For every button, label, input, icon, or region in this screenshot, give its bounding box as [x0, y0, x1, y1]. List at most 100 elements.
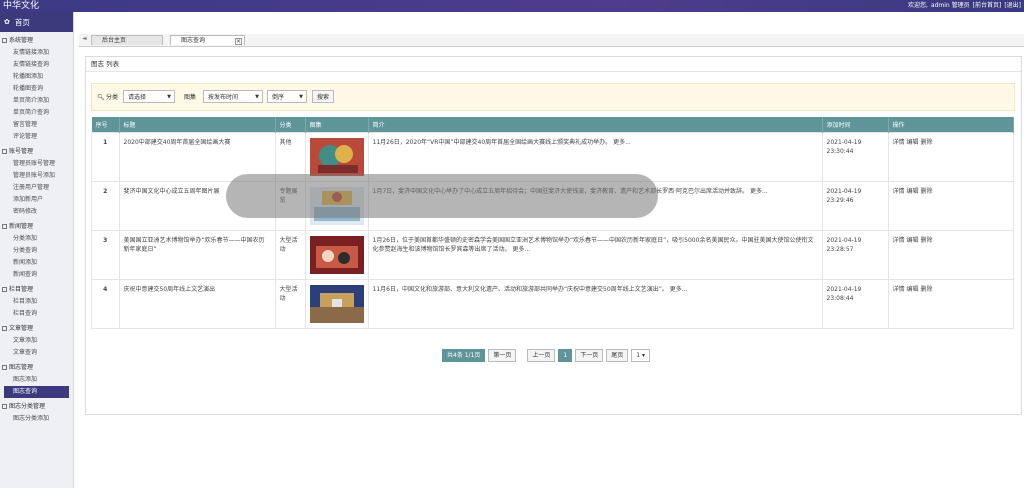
chevron-down-icon: ▼ [255, 94, 259, 100]
sidebar-item[interactable]: 轮播图添加 [0, 71, 73, 83]
detail-link[interactable]: 详情 [893, 237, 905, 244]
pager-prev[interactable]: 上一页 [527, 349, 556, 362]
list-panel: 图志 列表 🔍︎ 分类 请选择 ▼ 图集 按发布时间 ▼ 倒序 ▼ 搜索 序号 标题 … [85, 56, 1022, 415]
menu-group-header[interactable]: 账号管理 [0, 146, 73, 158]
pagination: 共4条 1/1页 第一页 上一页 1 下一页 尾页 1 ▾ [442, 349, 651, 362]
edit-link[interactable]: 编辑 [907, 237, 919, 244]
row-date-time: 23:29:46 [826, 197, 854, 204]
collapse-icon [2, 38, 7, 43]
row-date-time: 23:30:44 [826, 148, 854, 155]
sidebar-item[interactable]: 注册用户管理 [0, 182, 73, 194]
menu-group-header[interactable]: 新闻管理 [0, 221, 73, 233]
sidebar-item[interactable]: 管理员账号添加 [0, 170, 73, 182]
edit-link[interactable]: 编辑 [907, 188, 919, 195]
menu-group: 账号管理 管理员账号管理 管理员账号添加 注册用户管理 添加新用户 密码修改 [0, 146, 73, 218]
user-info: 欢迎您, admin 管理员 [前台首页] [退出] [905, 0, 1021, 12]
welcome-text: 欢迎您, [907, 2, 928, 9]
row-title: 庆祝中意建交50周年线上文艺演出 [118, 279, 276, 329]
sidebar-item[interactable]: 添加新用户 [0, 194, 73, 206]
row-date: 2021-04-19 23:30:44 [821, 132, 889, 182]
edit-link[interactable]: 编辑 [907, 139, 919, 146]
menu-group-title: 图志分类管理 [9, 403, 46, 410]
sidebar-item[interactable]: 新闻添加 [0, 257, 73, 269]
front-home-link[interactable]: [前台首页] [973, 2, 1002, 9]
row-date-day: 2021-04-19 [826, 286, 862, 293]
user-name: admin 管理员 [930, 2, 970, 9]
menu-group-header[interactable]: 图志管理 [0, 362, 73, 374]
menu-group: 文章管理 文章添加 文章查询 [0, 323, 73, 359]
sidebar-item[interactable]: 管理员账号管理 [0, 158, 73, 170]
tab-home[interactable]: 后台主页 [91, 35, 163, 45]
thumbnail-image[interactable] [309, 138, 364, 176]
detail-link[interactable]: 详情 [893, 188, 905, 195]
sidebar-home[interactable]: ✿ 首页 [0, 12, 73, 32]
delete-link[interactable]: 删除 [921, 188, 933, 195]
logout-link[interactable]: [退出] [1004, 2, 1021, 9]
col-header: 分类 [275, 117, 306, 133]
collapse-icon [2, 224, 7, 229]
sidebar-item[interactable]: 栏目添加 [0, 296, 73, 308]
search-button[interactable]: 搜索 [312, 90, 335, 103]
menu-group: 栏目管理 栏目添加 栏目查询 [0, 284, 73, 320]
sidebar-item[interactable]: 友情链接查询 [0, 59, 73, 71]
sidebar-item[interactable]: 友情链接添加 [0, 47, 73, 59]
sidebar-item[interactable]: 文章添加 [0, 335, 73, 347]
sidebar-item[interactable]: 文章查询 [0, 347, 73, 359]
row-date: 2021-04-19 23:08:44 [821, 279, 889, 329]
order-select[interactable]: 倒序 ▼ [267, 90, 307, 103]
pager-last[interactable]: 尾页 [606, 349, 629, 362]
search-icon: 🔍︎ [97, 94, 105, 101]
delete-link[interactable]: 删除 [921, 139, 933, 146]
sidebar-item[interactable]: 图志分类添加 [0, 413, 73, 425]
sidebar-item[interactable]: 图志查询 [4, 386, 69, 398]
pager-first[interactable]: 第一页 [488, 349, 517, 362]
thumbnail-image[interactable] [309, 236, 364, 274]
sidebar-item[interactable]: 栏目查询 [0, 308, 73, 320]
sidebar-item[interactable]: 新闻查询 [0, 269, 73, 281]
sidebar-item[interactable]: 单页简介查询 [0, 107, 73, 119]
col-header: 图集 [305, 117, 369, 133]
sidebar-item[interactable]: 分类查询 [0, 245, 73, 257]
loading-overlay [226, 174, 658, 218]
category-select[interactable]: 请选择 ▼ [123, 90, 175, 103]
sidebar-item[interactable]: 轮播图查询 [0, 83, 73, 95]
menu-group-title: 系统管理 [9, 37, 34, 44]
sidebar-item[interactable]: 评论管理 [0, 131, 73, 143]
row-date-day: 2021-04-19 [826, 139, 862, 146]
close-icon[interactable]: × [235, 38, 242, 45]
row-intro: 11月6日，中国文化和旅游部、意大利文化遗产、活动和旅游部共同举办“庆祝中意建交… [367, 279, 823, 329]
delete-link[interactable]: 删除 [921, 286, 933, 293]
row-thumbnail [304, 230, 369, 280]
row-number: 4 [91, 279, 120, 329]
delete-link[interactable]: 删除 [921, 237, 933, 244]
tab-gallery-query[interactable]: 图志查询 × [170, 35, 245, 45]
menu-group-header[interactable]: 图志分类管理 [0, 401, 73, 413]
pager-next[interactable]: 下一页 [575, 349, 604, 362]
menu-group-header[interactable]: 文章管理 [0, 323, 73, 335]
pager-current[interactable]: 1 [558, 349, 573, 362]
sidebar-item[interactable]: 密码修改 [0, 206, 73, 218]
thumbnail-image[interactable] [309, 285, 364, 323]
pager-jump-select[interactable]: 1 ▾ [631, 349, 651, 362]
sidebar-item[interactable]: 分类添加 [0, 233, 73, 245]
col-header: 添加时间 [822, 117, 889, 133]
menu-group-header[interactable]: 系统管理 [0, 35, 73, 47]
collapse-icon [2, 149, 7, 154]
tab-scroll-left-icon[interactable]: ◄ [82, 35, 87, 42]
menu-group-title: 图志管理 [9, 364, 34, 371]
edit-link[interactable]: 编辑 [907, 286, 919, 293]
menu-group-title: 新闻管理 [9, 223, 34, 230]
top-bar: 中华文化 欢迎您, admin 管理员 [前台首页] [退出] [0, 0, 1024, 12]
sidebar-item[interactable]: 单页简介添加 [0, 95, 73, 107]
sidebar-item[interactable]: 图志添加 [0, 374, 73, 386]
sidebar-item[interactable]: 留言管理 [0, 119, 73, 131]
row-number: 3 [91, 230, 120, 280]
detail-link[interactable]: 详情 [893, 286, 905, 293]
detail-link[interactable]: 详情 [893, 139, 905, 146]
collapse-icon [2, 287, 7, 292]
menu-group-header[interactable]: 栏目管理 [0, 284, 73, 296]
sort-select[interactable]: 按发布时间 ▼ [203, 90, 263, 103]
collapse-icon [2, 326, 7, 331]
gallery-table: 序号 标题 分类 图集 简介 添加时间 操作 1 2020中部建交40周年首届全国… [91, 117, 1014, 329]
tab-home-label: 后台主页 [102, 37, 127, 44]
